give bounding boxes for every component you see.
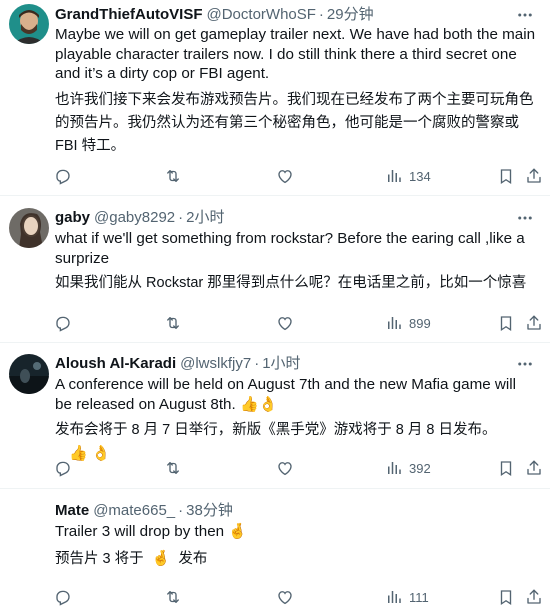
tweet-text: Maybe we will on get gameplay trailer ne…	[55, 26, 536, 82]
more-icon[interactable]	[514, 5, 536, 25]
like-icon	[278, 591, 292, 605]
timestamp[interactable]: 38分钟	[186, 501, 233, 521]
separator-dot: ·	[178, 209, 184, 226]
bookmark-icon	[500, 461, 512, 477]
share-icon	[527, 168, 541, 183]
views-button[interactable]: 134	[385, 165, 431, 187]
share-button[interactable]	[525, 165, 543, 187]
views-button[interactable]: 899	[385, 312, 431, 334]
author-name[interactable]: gaby	[55, 208, 90, 228]
like-icon	[278, 462, 292, 476]
retweet-button[interactable]	[164, 457, 182, 479]
author-handle[interactable]: @lwslkfjy7	[180, 354, 251, 374]
like-button[interactable]	[276, 457, 294, 479]
bookmark-button[interactable]	[497, 312, 515, 334]
reply-button[interactable]	[54, 457, 72, 479]
retweet-button[interactable]	[164, 165, 182, 187]
reply-icon	[56, 590, 70, 606]
separator-dot: ·	[254, 355, 260, 372]
views-icon	[388, 317, 401, 329]
bookmark-icon	[500, 316, 512, 332]
retweet-icon	[167, 170, 179, 182]
tweet[interactable]: GrandThiefAutoVISF @DoctorWhoSF · 29分钟 M…	[0, 0, 550, 196]
views-button[interactable]: 392	[385, 457, 431, 479]
like-button[interactable]	[276, 586, 294, 608]
share-button[interactable]	[525, 457, 543, 479]
crossed-fingers-emoji: 🤞	[151, 550, 171, 567]
reply-icon	[56, 316, 70, 332]
views-button[interactable]: 111	[385, 586, 429, 608]
timestamp[interactable]: 1小时	[262, 354, 300, 374]
views-icon	[388, 591, 401, 603]
tweet-text-body: A conference will be held on August 7th …	[55, 376, 516, 413]
view-count: 392	[409, 460, 431, 476]
retweet-button[interactable]	[164, 312, 182, 334]
avatar[interactable]	[9, 4, 49, 44]
share-button[interactable]	[525, 312, 543, 334]
author-name[interactable]: Mate	[55, 501, 89, 521]
author-name[interactable]: Aloush Al-Karadi	[55, 354, 176, 374]
author-handle[interactable]: @gaby8292	[94, 208, 175, 228]
separator-dot: ·	[178, 502, 184, 519]
retweet-icon	[167, 317, 179, 329]
tweet-translation-tail: 发布	[178, 551, 208, 567]
thumbs-up-ok-emoji: 👍👌	[239, 395, 278, 413]
tweet-text: what if we'll get something from rocksta…	[55, 230, 525, 267]
tweet[interactable]: Mate @mate665_ · 38分钟 Trailer 3 will dro…	[0, 489, 550, 613]
reply-button[interactable]	[54, 586, 72, 608]
bookmark-button[interactable]	[497, 165, 515, 187]
tweet[interactable]: Aloush Al-Karadi @lwslkfjy7 · 1小时 A conf…	[0, 343, 550, 489]
author-handle[interactable]: @DoctorWhoSF	[207, 5, 316, 25]
share-icon	[527, 460, 541, 475]
reply-icon	[56, 461, 70, 477]
bookmark-icon	[500, 169, 512, 185]
view-count: 899	[409, 315, 431, 331]
views-icon	[388, 170, 401, 182]
retweet-icon	[167, 591, 179, 603]
author-handle[interactable]: @mate665_	[93, 501, 175, 521]
bookmark-button[interactable]	[497, 586, 515, 608]
like-icon	[278, 170, 292, 184]
view-count: 111	[409, 589, 429, 605]
timestamp[interactable]: 29分钟	[327, 5, 374, 25]
avatar[interactable]	[9, 208, 49, 248]
like-icon	[278, 317, 292, 331]
tweet-translation: 也许我们接下来会发布游戏预告片。我们现在已经发布了两个主要可玩角色的预告片。我仍…	[55, 92, 534, 154]
bookmark-icon	[500, 590, 512, 606]
share-icon	[527, 315, 541, 330]
retweet-button[interactable]	[164, 586, 182, 608]
retweet-icon	[167, 462, 179, 474]
author-name[interactable]: GrandThiefAutoVISF	[55, 5, 203, 25]
reply-icon	[56, 169, 70, 185]
tweet-translation: 如果我们能从 Rockstar 那里得到点什么呢？在电话里之前，比如一个惊喜	[55, 275, 527, 291]
reply-button[interactable]	[54, 165, 72, 187]
view-count: 134	[409, 168, 431, 184]
reply-button[interactable]	[54, 312, 72, 334]
bookmark-button[interactable]	[497, 457, 515, 479]
crossed-fingers-emoji: 🤞	[228, 523, 248, 540]
avatar[interactable]	[9, 354, 49, 394]
tweet-translation-body: 预告片 3 将于	[55, 551, 144, 567]
like-button[interactable]	[276, 165, 294, 187]
tweet-translation-body: 发布会将于 8 月 7 日举行，新版《黑手党》游戏将于 8 月 8 日发布。	[55, 422, 497, 438]
timestamp[interactable]: 2小时	[186, 208, 224, 228]
share-icon	[527, 589, 541, 604]
more-icon[interactable]	[514, 354, 536, 374]
tweet-text: Trailer 3 will drop by then 🤞	[55, 522, 536, 542]
like-button[interactable]	[276, 312, 294, 334]
tweet-text: A conference will be held on August 7th …	[55, 375, 536, 414]
share-button[interactable]	[525, 586, 543, 608]
separator-dot: ·	[318, 6, 324, 23]
views-icon	[388, 462, 401, 474]
tweet-text-body: Trailer 3 will drop by then	[55, 523, 225, 540]
tweet[interactable]: gaby @gaby8292 · 2小时 what if we'll get s…	[0, 196, 550, 343]
tweet-translation: 预告片 3 将于 🤞 发布	[55, 547, 536, 571]
more-icon[interactable]	[514, 208, 536, 228]
